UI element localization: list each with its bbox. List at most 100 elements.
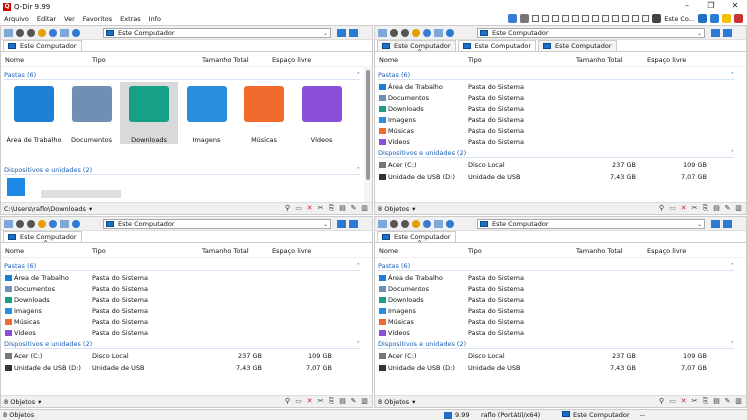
chevron-down-icon[interactable]: ▾ (38, 398, 41, 406)
menu-favoritos[interactable]: Favoritos (79, 15, 116, 23)
close-button[interactable]: ✕ (723, 0, 747, 13)
up-folder-icon[interactable] (38, 219, 46, 228)
menu-info[interactable]: Info (145, 15, 165, 23)
collapse-icon[interactable]: ˄ (731, 262, 734, 270)
computer-icon[interactable] (698, 14, 707, 23)
list-item[interactable]: Área de Trabalho Pasta do Sistema (375, 81, 746, 92)
group-header-folders[interactable]: Pastas (6) ˄ (378, 261, 734, 271)
layout-7-icon[interactable] (592, 15, 600, 22)
collapse-icon[interactable]: ˄ (357, 262, 360, 270)
column-size[interactable]: Tamanho Total (576, 56, 623, 64)
copy-icon[interactable]: ⎘ (702, 205, 709, 212)
paste-icon[interactable]: ▤ (339, 205, 346, 212)
layout-12-icon[interactable] (642, 15, 650, 22)
folder-tile[interactable]: Downloads (120, 82, 178, 144)
folder-tile[interactable]: Vídeos (293, 82, 351, 144)
layout-4-icon[interactable] (562, 15, 570, 22)
filter-icon[interactable]: ⚲ (284, 398, 291, 405)
copy-icon[interactable]: ⎘ (702, 398, 709, 405)
pane-view-icon[interactable] (4, 28, 13, 37)
history-icon[interactable] (49, 219, 57, 228)
cut-icon[interactable]: ✂ (691, 398, 698, 405)
layout-3-icon[interactable] (552, 15, 560, 22)
chevron-down-icon[interactable]: ▾ (89, 205, 92, 213)
list-item[interactable]: Documentos Pasta do Sistema (1, 283, 372, 294)
group-header-devices[interactable]: Dispositivos e unidades (2) ˄ (4, 165, 360, 175)
layout-8-icon[interactable] (602, 15, 610, 22)
tools-icon[interactable] (652, 14, 662, 23)
column-type[interactable]: Tipo (468, 247, 482, 255)
list-item[interactable]: Documentos Pasta do Sistema (375, 92, 746, 103)
menu-extras[interactable]: Extras (116, 15, 145, 23)
tab-este-computador[interactable]: Este Computador (538, 40, 617, 51)
list-item[interactable]: Vídeos Pasta do Sistema (1, 327, 372, 338)
up-folder-icon[interactable] (412, 219, 420, 228)
rename-icon[interactable]: ▭ (669, 205, 676, 212)
paste-icon[interactable]: ▤ (713, 205, 720, 212)
list-item[interactable]: Área de Trabalho Pasta do Sistema (375, 272, 746, 283)
collapse-icon[interactable]: ˄ (731, 149, 734, 157)
column-free[interactable]: Espaço livre (272, 247, 311, 255)
collapse-icon[interactable]: ˄ (357, 166, 360, 174)
rename-icon[interactable]: ▭ (295, 205, 302, 212)
up-folder-icon[interactable] (412, 28, 420, 37)
column-type[interactable]: Tipo (468, 56, 482, 64)
collapse-icon[interactable]: ˄ (731, 71, 734, 79)
scrollbar[interactable] (364, 66, 372, 202)
scrollbar-thumb[interactable] (366, 70, 370, 180)
group-header-devices[interactable]: Dispositivos e unidades (2) ˄ (378, 339, 734, 349)
layout-5-icon[interactable] (572, 15, 580, 22)
list-item[interactable]: Imagens Pasta do Sistema (375, 305, 746, 316)
tab-este-computador[interactable]: Este Computador (457, 40, 537, 51)
table-row[interactable]: Unidade de USB (D:) Unidade de USB 7,43 GB… (375, 362, 746, 373)
group-header-folders[interactable]: Pastas (6) ˄ (4, 261, 360, 271)
layout-10-icon[interactable] (622, 15, 630, 22)
forward-icon[interactable] (27, 219, 35, 228)
delete-icon[interactable]: ✕ (306, 398, 313, 405)
display-icon[interactable] (723, 29, 732, 37)
edit-icon[interactable]: ✎ (724, 205, 731, 212)
list-item[interactable]: Músicas Pasta do Sistema (375, 125, 746, 136)
filter-icon[interactable]: ⚲ (284, 205, 291, 212)
copy-icon[interactable]: ⎘ (328, 398, 335, 405)
edit-icon[interactable]: ✎ (350, 205, 357, 212)
folder-tile[interactable]: Área de Trabalho (5, 82, 63, 144)
table-row[interactable]: Unidade de USB (D:) Unidade de USB 7,43 GB… (375, 171, 746, 182)
column-name[interactable]: Nome (5, 247, 24, 255)
menu-arquivo[interactable]: Arquivo (0, 15, 33, 23)
monitor-icon[interactable] (337, 29, 346, 37)
table-row[interactable]: Unidade de USB (D:) Unidade de USB 7,43 GB… (1, 362, 372, 373)
chevron-down-icon[interactable]: ⌄ (697, 221, 702, 228)
red-tool-icon[interactable] (734, 14, 743, 23)
layout-11-icon[interactable] (632, 15, 640, 22)
column-size[interactable]: Tamanho Total (576, 247, 623, 255)
list-item[interactable]: Músicas Pasta do Sistema (375, 316, 746, 327)
maximize-button[interactable]: ❐ (699, 0, 723, 13)
pane-view-icon[interactable] (378, 219, 387, 228)
refresh-icon[interactable] (72, 219, 80, 228)
column-type[interactable]: Tipo (92, 247, 106, 255)
pane-view-icon[interactable] (378, 28, 387, 37)
chevron-down-icon[interactable]: ▾ (412, 398, 415, 406)
monitor-icon[interactable] (711, 29, 720, 37)
history-icon[interactable] (49, 28, 57, 37)
list-item[interactable]: Downloads Pasta do Sistema (375, 103, 746, 114)
filter-icon[interactable]: ⚲ (658, 398, 665, 405)
column-size[interactable]: Tamanho Total (202, 247, 249, 255)
folder-tile[interactable]: Imagens (178, 82, 236, 144)
up-folder-icon[interactable] (38, 28, 46, 37)
chevron-down-icon[interactable]: ⌄ (323, 30, 328, 37)
properties-icon[interactable]: ▥ (361, 205, 368, 212)
delete-icon[interactable]: ✕ (680, 398, 687, 405)
collapse-icon[interactable]: ˄ (731, 340, 734, 348)
list-item[interactable]: Área de Trabalho Pasta do Sistema (1, 272, 372, 283)
back-icon[interactable] (16, 28, 24, 37)
layout-6-icon[interactable] (582, 15, 590, 22)
column-name[interactable]: Nome (379, 56, 398, 64)
copy-icon[interactable]: ⎘ (328, 205, 335, 212)
column-type[interactable]: Tipo (92, 56, 106, 64)
chevron-down-icon[interactable]: ⌄ (697, 30, 702, 37)
column-free[interactable]: Espaço livre (647, 56, 686, 64)
paste-icon[interactable]: ▤ (713, 398, 720, 405)
forward-icon[interactable] (401, 28, 409, 37)
